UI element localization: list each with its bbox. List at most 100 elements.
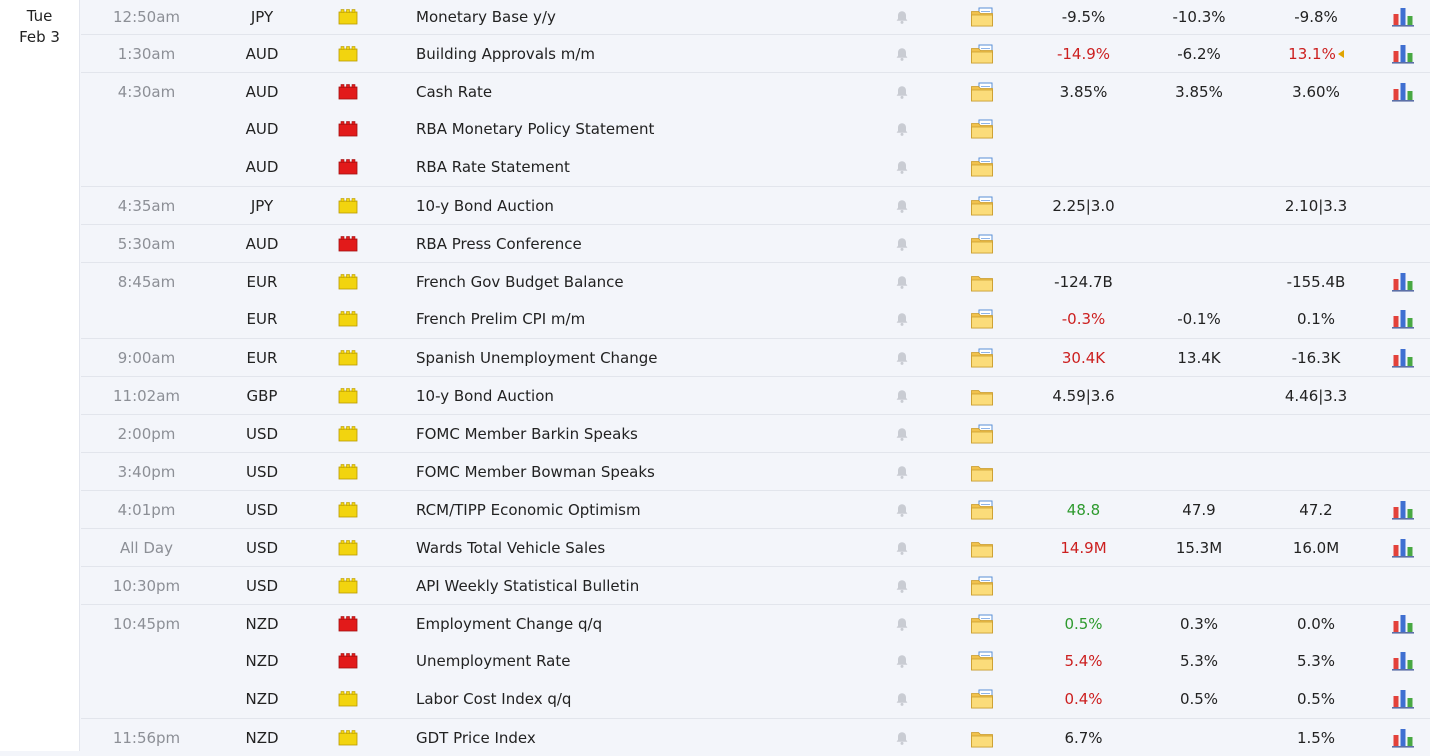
bar-chart-icon[interactable] bbox=[1391, 339, 1415, 376]
bar-chart-icon[interactable] bbox=[1391, 491, 1415, 528]
bar-chart-icon[interactable] bbox=[1391, 0, 1415, 34]
event-row[interactable]: 3:40pm USD FOMC Member Bowman Speaks bbox=[81, 452, 1430, 490]
event-row[interactable]: All Day USD Wards Total Vehicle Sales 14.9M… bbox=[81, 528, 1430, 566]
folder-icon[interactable] bbox=[969, 0, 995, 34]
bell-icon[interactable] bbox=[891, 719, 913, 756]
folder-icon[interactable] bbox=[969, 642, 995, 680]
impact-icon[interactable] bbox=[337, 73, 359, 110]
bell-icon[interactable] bbox=[891, 110, 913, 148]
event-row[interactable]: 9:00am EUR Spanish Unemployment Change 30.4… bbox=[81, 338, 1430, 376]
folder-icon[interactable] bbox=[969, 110, 995, 148]
folder-icon[interactable] bbox=[969, 73, 995, 110]
impact-icon[interactable] bbox=[337, 415, 359, 452]
bar-chart-icon[interactable] bbox=[1391, 35, 1415, 72]
event-title[interactable]: Labor Cost Index q/q bbox=[416, 680, 886, 718]
folder-icon[interactable] bbox=[969, 415, 995, 452]
bar-chart-icon[interactable] bbox=[1391, 605, 1415, 642]
folder-icon[interactable] bbox=[969, 339, 995, 376]
bar-chart-icon[interactable] bbox=[1391, 263, 1415, 300]
bell-icon[interactable] bbox=[891, 73, 913, 110]
impact-icon[interactable] bbox=[337, 377, 359, 414]
impact-icon[interactable] bbox=[337, 680, 359, 718]
folder-icon[interactable] bbox=[969, 300, 995, 338]
bell-icon[interactable] bbox=[891, 300, 913, 338]
bar-chart-icon[interactable] bbox=[1391, 529, 1415, 566]
event-title[interactable]: RBA Rate Statement bbox=[416, 148, 886, 186]
event-row[interactable]: 5:30am AUD RBA Press Conference bbox=[81, 224, 1430, 262]
bar-chart-icon[interactable] bbox=[1391, 300, 1415, 338]
event-row[interactable]: 2:00pm USD FOMC Member Barkin Speaks bbox=[81, 414, 1430, 452]
bell-icon[interactable] bbox=[891, 605, 913, 642]
folder-icon[interactable] bbox=[969, 453, 995, 490]
event-row[interactable]: 11:56pm NZD GDT Price Index 6.7% 1.5% bbox=[81, 718, 1430, 756]
bell-icon[interactable] bbox=[891, 680, 913, 718]
impact-icon[interactable] bbox=[337, 491, 359, 528]
event-row[interactable]: 8:45am EUR French Gov Budget Balance -124.7… bbox=[81, 262, 1430, 300]
event-row[interactable]: AUD RBA Monetary Policy Statement bbox=[81, 110, 1430, 148]
bell-icon[interactable] bbox=[891, 377, 913, 414]
bar-chart-icon[interactable] bbox=[1391, 719, 1415, 756]
folder-icon[interactable] bbox=[969, 148, 995, 186]
event-row[interactable]: 4:35am JPY 10-y Bond Auction 2.25|3.0 2.10|3… bbox=[81, 186, 1430, 224]
bell-icon[interactable] bbox=[891, 263, 913, 300]
folder-icon[interactable] bbox=[969, 491, 995, 528]
impact-icon[interactable] bbox=[337, 339, 359, 376]
folder-icon[interactable] bbox=[969, 263, 995, 300]
folder-icon[interactable] bbox=[969, 567, 995, 604]
bar-chart-icon[interactable] bbox=[1391, 680, 1415, 718]
impact-icon[interactable] bbox=[337, 263, 359, 300]
bell-icon[interactable] bbox=[891, 453, 913, 490]
revised-arrow-icon[interactable] bbox=[1337, 49, 1344, 58]
event-row[interactable]: AUD RBA Rate Statement bbox=[81, 148, 1430, 186]
impact-icon[interactable] bbox=[337, 225, 359, 262]
event-title[interactable]: RBA Press Conference bbox=[416, 225, 886, 262]
impact-icon[interactable] bbox=[337, 148, 359, 186]
event-title[interactable]: Monetary Base y/y bbox=[416, 0, 886, 34]
event-title[interactable]: French Prelim CPI m/m bbox=[416, 300, 886, 338]
event-title[interactable]: FOMC Member Bowman Speaks bbox=[416, 453, 886, 490]
event-title[interactable]: 10-y Bond Auction bbox=[416, 377, 886, 414]
folder-icon[interactable] bbox=[969, 605, 995, 642]
event-title[interactable]: French Gov Budget Balance bbox=[416, 263, 886, 300]
bar-chart-icon[interactable] bbox=[1391, 642, 1415, 680]
impact-icon[interactable] bbox=[337, 642, 359, 680]
event-row[interactable]: NZD Unemployment Rate 5.4% 5.3% 5.3% bbox=[81, 642, 1430, 680]
event-title[interactable]: Employment Change q/q bbox=[416, 605, 886, 642]
event-row[interactable]: NZD Labor Cost Index q/q 0.4% 0.5% 0.5% bbox=[81, 680, 1430, 718]
impact-icon[interactable] bbox=[337, 453, 359, 490]
event-row[interactable]: 11:02am GBP 10-y Bond Auction 4.59|3.6 4.46|… bbox=[81, 376, 1430, 414]
bell-icon[interactable] bbox=[891, 491, 913, 528]
impact-icon[interactable] bbox=[337, 567, 359, 604]
event-title[interactable]: RCM/TIPP Economic Optimism bbox=[416, 491, 886, 528]
folder-icon[interactable] bbox=[969, 719, 995, 756]
impact-icon[interactable] bbox=[337, 605, 359, 642]
event-title[interactable]: API Weekly Statistical Bulletin bbox=[416, 567, 886, 604]
impact-icon[interactable] bbox=[337, 0, 359, 34]
bell-icon[interactable] bbox=[891, 567, 913, 604]
event-row[interactable]: 10:30pm USD API Weekly Statistical Bulleti… bbox=[81, 566, 1430, 604]
impact-icon[interactable] bbox=[337, 529, 359, 566]
bell-icon[interactable] bbox=[891, 415, 913, 452]
bell-icon[interactable] bbox=[891, 339, 913, 376]
event-row[interactable]: 12:50am JPY Monetary Base y/y -9.5% -10.3% -9… bbox=[81, 0, 1430, 34]
impact-icon[interactable] bbox=[337, 110, 359, 148]
folder-icon[interactable] bbox=[969, 187, 995, 224]
event-title[interactable]: Cash Rate bbox=[416, 73, 886, 110]
bell-icon[interactable] bbox=[891, 35, 913, 72]
event-title[interactable]: Unemployment Rate bbox=[416, 642, 886, 680]
impact-icon[interactable] bbox=[337, 187, 359, 224]
bell-icon[interactable] bbox=[891, 0, 913, 34]
event-title[interactable]: GDT Price Index bbox=[416, 719, 886, 756]
event-title[interactable]: Wards Total Vehicle Sales bbox=[416, 529, 886, 566]
event-title[interactable]: Building Approvals m/m bbox=[416, 35, 886, 72]
event-row[interactable]: 10:45pm NZD Employment Change q/q 0.5% 0.3% 0… bbox=[81, 604, 1430, 642]
bell-icon[interactable] bbox=[891, 187, 913, 224]
event-title[interactable]: RBA Monetary Policy Statement bbox=[416, 110, 886, 148]
event-title[interactable]: FOMC Member Barkin Speaks bbox=[416, 415, 886, 452]
bell-icon[interactable] bbox=[891, 529, 913, 566]
bell-icon[interactable] bbox=[891, 148, 913, 186]
event-title[interactable]: Spanish Unemployment Change bbox=[416, 339, 886, 376]
event-title[interactable]: 10-y Bond Auction bbox=[416, 187, 886, 224]
impact-icon[interactable] bbox=[337, 719, 359, 756]
folder-icon[interactable] bbox=[969, 35, 995, 72]
